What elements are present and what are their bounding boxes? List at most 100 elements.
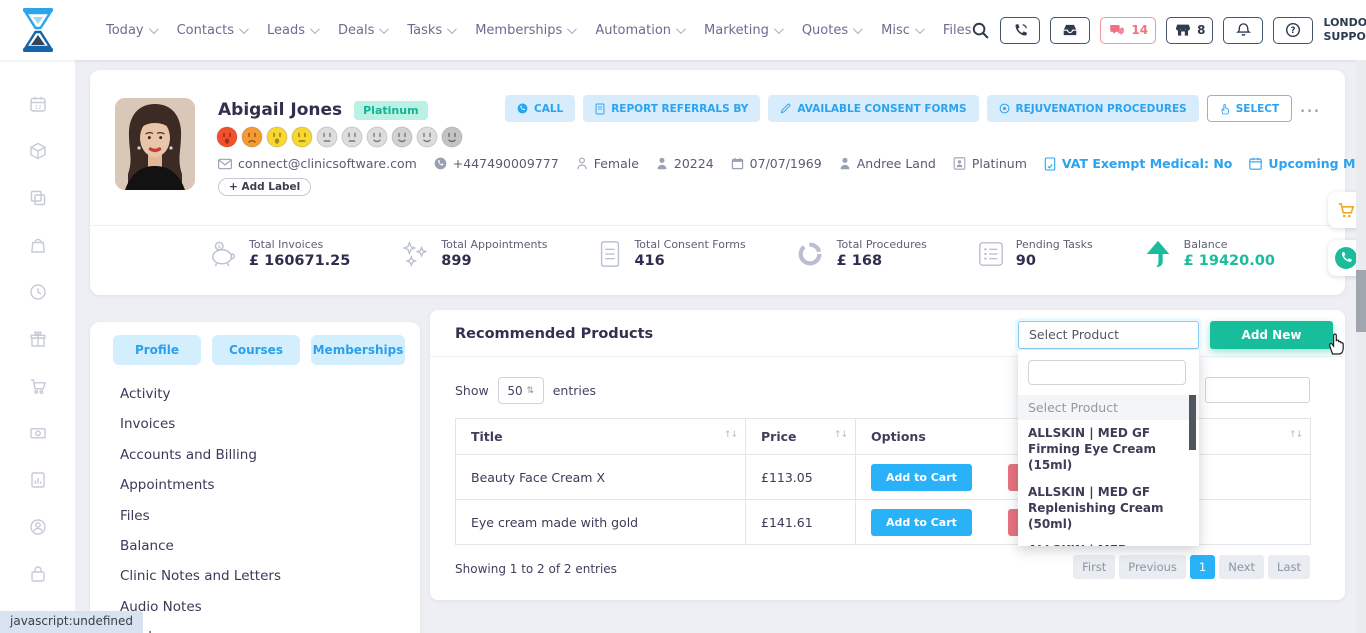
- neutral-face-icon[interactable]: [316, 126, 338, 148]
- client-phone[interactable]: +447490009777: [434, 156, 559, 171]
- page-scrollbar-track[interactable]: [1356, 60, 1366, 633]
- angry-face-icon[interactable]: [216, 126, 238, 148]
- client-photo[interactable]: [115, 98, 195, 190]
- windows-copy-icon[interactable]: [28, 188, 48, 208]
- dropdown-scrollbar[interactable]: [1189, 395, 1196, 450]
- nav-files[interactable]: Files: [943, 23, 972, 38]
- dropdown-option[interactable]: Select Product: [1018, 395, 1199, 420]
- tab-courses[interactable]: Courses: [212, 335, 300, 365]
- nav-misc[interactable]: Misc: [881, 23, 922, 38]
- upcoming-meetings-link[interactable]: Upcoming Meetings: [1249, 156, 1366, 171]
- pagination-last[interactable]: Last: [1268, 555, 1310, 579]
- lock-case-icon[interactable]: [28, 564, 48, 584]
- menu-item-activity[interactable]: Activity: [120, 386, 420, 416]
- nav-leads[interactable]: Leads: [267, 23, 317, 38]
- client-dob: 07/07/1969: [731, 156, 822, 171]
- client-email[interactable]: connect@clinicsoftware.com: [218, 156, 417, 171]
- smile-face-icon[interactable]: [391, 126, 413, 148]
- app-logo-icon[interactable]: [18, 6, 58, 54]
- pagination-next[interactable]: Next: [1219, 555, 1264, 579]
- history-icon[interactable]: [28, 282, 48, 302]
- sad-face-icon[interactable]: [241, 126, 263, 148]
- help-button[interactable]: ?: [1273, 17, 1313, 44]
- nav-tasks[interactable]: Tasks: [407, 23, 454, 38]
- menu-item-audio-notes[interactable]: Audio Notes: [120, 599, 420, 629]
- vat-exempt-link[interactable]: VAT Exempt Medical: No: [1044, 156, 1232, 171]
- nav-quotes[interactable]: Quotes: [802, 23, 860, 38]
- dropdown-search-input[interactable]: [1028, 360, 1186, 385]
- search-icon[interactable]: [971, 21, 990, 40]
- column-header-price[interactable]: Price: [746, 419, 856, 455]
- gift-icon[interactable]: [28, 329, 48, 349]
- bell-icon: [1235, 21, 1252, 39]
- select-product-dropdown[interactable]: Select Product: [1018, 321, 1199, 349]
- money-icon[interactable]: [28, 423, 48, 443]
- column-header-extra[interactable]: [1196, 419, 1311, 455]
- add-new-button[interactable]: Add New: [1210, 321, 1333, 349]
- tab-profile[interactable]: Profile: [113, 335, 201, 365]
- column-header-title[interactable]: Title: [456, 419, 746, 455]
- inbox-icon: [1061, 21, 1079, 39]
- report-chart-icon[interactable]: [28, 470, 48, 490]
- pagination-first[interactable]: First: [1073, 555, 1115, 579]
- menu-item-files[interactable]: Files: [120, 508, 420, 538]
- neutral-face-icon[interactable]: [341, 126, 363, 148]
- dropdown-option[interactable]: ALLSKIN | MED Pigmentation Control Serum…: [1018, 537, 1199, 546]
- client-gender: Female: [576, 156, 639, 171]
- nav-memberships[interactable]: Memberships: [475, 23, 574, 38]
- tab-memberships[interactable]: Memberships: [311, 335, 405, 365]
- package-cube-icon[interactable]: [28, 141, 48, 161]
- store-button[interactable]: 8: [1166, 17, 1213, 44]
- calendar-icon[interactable]: 12: [28, 94, 48, 114]
- sort-icon: [724, 430, 737, 440]
- inbox-button[interactable]: [1050, 17, 1090, 44]
- phone-icon: [434, 157, 447, 170]
- pagination-page-1[interactable]: 1: [1190, 555, 1215, 579]
- unhappy-face-icon[interactable]: [266, 126, 288, 148]
- account-person-icon[interactable]: [28, 517, 48, 537]
- menu-item-drinks[interactable]: Drinks: [120, 629, 420, 633]
- nav-deals[interactable]: Deals: [338, 23, 386, 38]
- dropdown-option[interactable]: ALLSKIN | MED GF Replenishing Cream (50m…: [1018, 479, 1199, 538]
- chat-bubbles-icon: [1108, 21, 1126, 39]
- call-button[interactable]: CALL: [505, 95, 575, 122]
- more-actions-button[interactable]: ...: [1300, 101, 1321, 116]
- menu-item-balance[interactable]: Balance: [120, 538, 420, 568]
- dropdown-options: Select Product ALLSKIN | MED GF Firming …: [1018, 395, 1199, 546]
- recommended-products-card: Recommended Products Show 50 entries Tit…: [430, 310, 1345, 600]
- add-label-button[interactable]: + Add Label: [218, 178, 311, 196]
- nav-today[interactable]: Today: [106, 23, 156, 38]
- notifications-bell-button[interactable]: [1223, 17, 1263, 44]
- rejuvenation-procedures-button[interactable]: REJUVENATION PROCEDURES: [987, 95, 1199, 122]
- smile-face-icon[interactable]: [416, 126, 438, 148]
- neutral-face-icon[interactable]: [291, 126, 313, 148]
- satisfaction-rating[interactable]: [216, 126, 463, 148]
- phone-call-button[interactable]: [1000, 17, 1040, 44]
- nav-automation[interactable]: Automation: [595, 23, 683, 38]
- nav-contacts[interactable]: Contacts: [177, 23, 246, 38]
- page-scrollbar-thumb[interactable]: [1356, 270, 1366, 332]
- page-length-control: Show 50 entries: [455, 377, 596, 404]
- dropdown-option[interactable]: ALLSKIN | MED GF Firming Eye Cream (15ml…: [1018, 420, 1199, 479]
- nav-marketing[interactable]: Marketing: [704, 23, 781, 38]
- add-to-cart-button[interactable]: Add to Cart: [871, 509, 972, 536]
- shopping-bag-icon[interactable]: [28, 235, 48, 255]
- chat-notifications-button[interactable]: 14: [1100, 17, 1156, 44]
- cart-icon[interactable]: [28, 376, 48, 396]
- smile-face-icon[interactable]: [441, 126, 463, 148]
- page-length-select[interactable]: 50: [498, 377, 544, 404]
- report-referrals-button[interactable]: REPORT REFERRALS BY: [583, 95, 760, 122]
- person-solid-icon: [656, 157, 668, 170]
- menu-item-clinic-notes[interactable]: Clinic Notes and Letters: [120, 568, 420, 598]
- menu-item-invoices[interactable]: Invoices: [120, 416, 420, 446]
- smile-face-icon[interactable]: [366, 126, 388, 148]
- table-search-input[interactable]: [1205, 377, 1310, 403]
- select-button[interactable]: SELECT: [1207, 95, 1292, 122]
- add-to-cart-button[interactable]: Add to Cart: [871, 464, 972, 491]
- menu-item-accounts-billing[interactable]: Accounts and Billing: [120, 447, 420, 477]
- menu-item-appointments[interactable]: Appointments: [120, 477, 420, 507]
- calendar-icon: [1249, 157, 1262, 170]
- section-title: Recommended Products: [455, 326, 653, 342]
- pagination-previous[interactable]: Previous: [1119, 555, 1186, 579]
- consent-forms-button[interactable]: AVAILABLE CONSENT FORMS: [768, 95, 978, 122]
